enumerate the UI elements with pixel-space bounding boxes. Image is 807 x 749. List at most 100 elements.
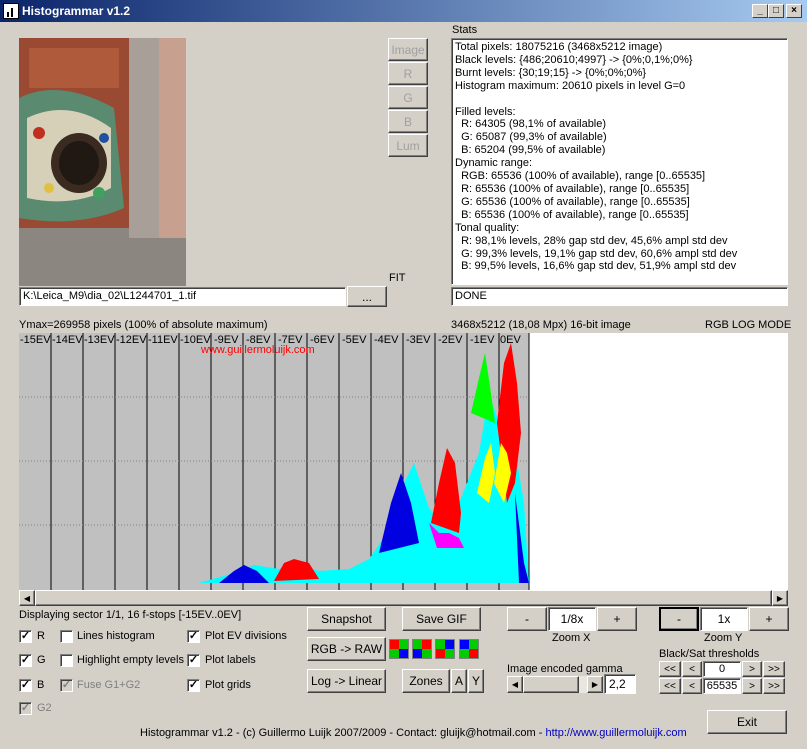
thresholds-label: Black/Sat thresholds [659, 648, 760, 660]
footer-text: Histogrammar v1.2 - (c) Guillermo Luijk … [140, 727, 687, 739]
footer-link[interactable]: http://www.guillermoluijk.com [545, 727, 686, 739]
photo-thumbnail [19, 38, 186, 286]
black-fast-down-button[interactable]: << [659, 661, 681, 677]
close-button[interactable]: × [786, 4, 802, 18]
plot-labels-checkbox[interactable]: ✓ [187, 654, 200, 667]
ev-label: -15EV [20, 334, 51, 346]
mode-label: RGB LOG MODE [705, 319, 792, 331]
status-field: DONE [451, 287, 788, 306]
a-button[interactable]: A [451, 669, 467, 693]
b-checkbox[interactable]: ✓ [19, 679, 32, 692]
ev-label: -8EV [246, 334, 271, 346]
ev-label: -5EV [342, 334, 367, 346]
r-checkbox[interactable]: ✓ [19, 630, 32, 643]
ev-label: -12EV [116, 334, 147, 346]
file-path-field[interactable]: K:\Leica_M9\dia_02\L1244701_1.tif [19, 287, 346, 306]
sat-threshold-value[interactable]: 65535 [703, 678, 741, 694]
g2-checkbox[interactable]: ✓ [19, 702, 32, 715]
ev-label: -3EV [406, 334, 431, 346]
fit-label: FIT [389, 272, 406, 284]
ev-label: -13EV [84, 334, 115, 346]
bayer-pattern-2[interactable] [412, 639, 432, 659]
ev-label: -10EV [180, 334, 211, 346]
lines-histogram-checkbox[interactable] [60, 630, 73, 643]
footer-credits: Histogrammar v1.2 - (c) Guillermo Luijk … [140, 727, 546, 739]
bayer-pattern-4[interactable] [459, 639, 479, 659]
zoom-y-minus-button[interactable]: - [659, 607, 699, 631]
g-view-button[interactable]: G [388, 86, 428, 109]
plot-ev-label: Plot EV divisions [205, 630, 287, 642]
bayer-pattern-3[interactable] [435, 639, 455, 659]
black-fast-up-button[interactable]: >> [763, 661, 785, 677]
minimize-button[interactable]: _ [752, 4, 768, 18]
zones-button[interactable]: Zones [402, 669, 450, 693]
gamma-value[interactable]: 2,2 [604, 674, 636, 694]
y-button[interactable]: Y [468, 669, 484, 693]
ev-label: -1EV [470, 334, 495, 346]
b-view-button[interactable]: B [388, 110, 428, 133]
histogram-svg [19, 333, 530, 590]
plot-ev-checkbox[interactable]: ✓ [187, 630, 200, 643]
histogram-scrollbar[interactable]: ◀ ▶ [19, 590, 788, 606]
fuse-g1g2-checkbox[interactable]: ✓ [60, 679, 73, 692]
arrow-right-icon[interactable]: ▶ [772, 590, 788, 606]
zoom-x-value[interactable]: 1/8x [548, 607, 596, 631]
bayer-pattern-1[interactable] [389, 639, 409, 659]
fuse-g1g2-label: Fuse G1+G2 [77, 679, 141, 691]
stats-box: Total pixels: 18075216 (3468x5212 image)… [451, 38, 788, 285]
zoom-y-value[interactable]: 1x [700, 607, 748, 631]
snapshot-button[interactable]: Snapshot [307, 607, 386, 631]
title-bar: Histogrammar v1.2 [0, 0, 807, 22]
black-up-button[interactable]: > [742, 661, 762, 677]
ev-label: -2EV [438, 334, 463, 346]
arrow-left-icon[interactable]: ◀ [507, 676, 523, 693]
image-preview-area [19, 38, 386, 286]
maximize-button[interactable]: □ [768, 4, 784, 18]
sat-fast-up-button[interactable]: >> [763, 678, 785, 694]
save-gif-button[interactable]: Save GIF [402, 607, 481, 631]
sat-up-button[interactable]: > [742, 678, 762, 694]
ev-label: -7EV [278, 334, 303, 346]
rgb-to-raw-button[interactable]: RGB -> RAW [307, 637, 386, 661]
sat-fast-down-button[interactable]: << [659, 678, 681, 694]
r-view-button[interactable]: R [388, 62, 428, 85]
highlight-empty-label: Highlight empty levels [77, 654, 184, 666]
ev-label: -11EV [148, 334, 178, 346]
exit-button[interactable]: Exit [707, 710, 787, 734]
ymax-label: Ymax=269958 pixels (100% of absolute max… [19, 319, 268, 331]
black-threshold-value[interactable]: 0 [703, 661, 741, 677]
ev-label: -6EV [310, 334, 335, 346]
g-checkbox[interactable]: ✓ [19, 654, 32, 667]
zoom-x-label: Zoom X [552, 632, 591, 644]
app-icon[interactable] [3, 3, 19, 19]
log-to-linear-button[interactable]: Log -> Linear [307, 669, 386, 693]
lum-view-button[interactable]: Lum [388, 134, 428, 157]
stats-title: Stats [452, 24, 478, 36]
zoom-x-plus-button[interactable]: + [597, 607, 637, 631]
gamma-scrollbar[interactable]: ◀ ▶ [507, 676, 603, 693]
r-checkbox-label: R [37, 630, 45, 642]
image-view-button[interactable]: Image [388, 38, 428, 61]
image-info-label: 3468x5212 (18,08 Mpx) 16-bit image [451, 319, 631, 331]
zoom-y-plus-button[interactable]: + [749, 607, 789, 631]
plot-grids-checkbox[interactable]: ✓ [187, 679, 200, 692]
arrow-left-icon[interactable]: ◀ [19, 590, 35, 606]
sat-down-button[interactable]: < [682, 678, 702, 694]
plot-grids-label: Plot grids [205, 679, 251, 691]
scroll-thumb[interactable] [35, 590, 772, 606]
ev-label: -9EV [214, 334, 239, 346]
gamma-thumb[interactable] [523, 676, 579, 693]
lines-histogram-label: Lines histogram [77, 630, 155, 642]
zoom-x-minus-button[interactable]: - [507, 607, 547, 631]
highlight-empty-checkbox[interactable] [60, 654, 73, 667]
histogram-plot[interactable] [19, 333, 788, 590]
g-checkbox-label: G [37, 654, 46, 666]
plot-labels-label: Plot labels [205, 654, 256, 666]
arrow-right-icon[interactable]: ▶ [587, 676, 603, 693]
ev-label: 0EV [500, 334, 521, 346]
sector-label: Displaying sector 1/1, 16 f-stops [-15EV… [19, 609, 242, 621]
ev-label: -4EV [374, 334, 399, 346]
black-down-button[interactable]: < [682, 661, 702, 677]
browse-button[interactable]: ... [347, 286, 387, 307]
zoom-y-label: Zoom Y [704, 632, 743, 644]
